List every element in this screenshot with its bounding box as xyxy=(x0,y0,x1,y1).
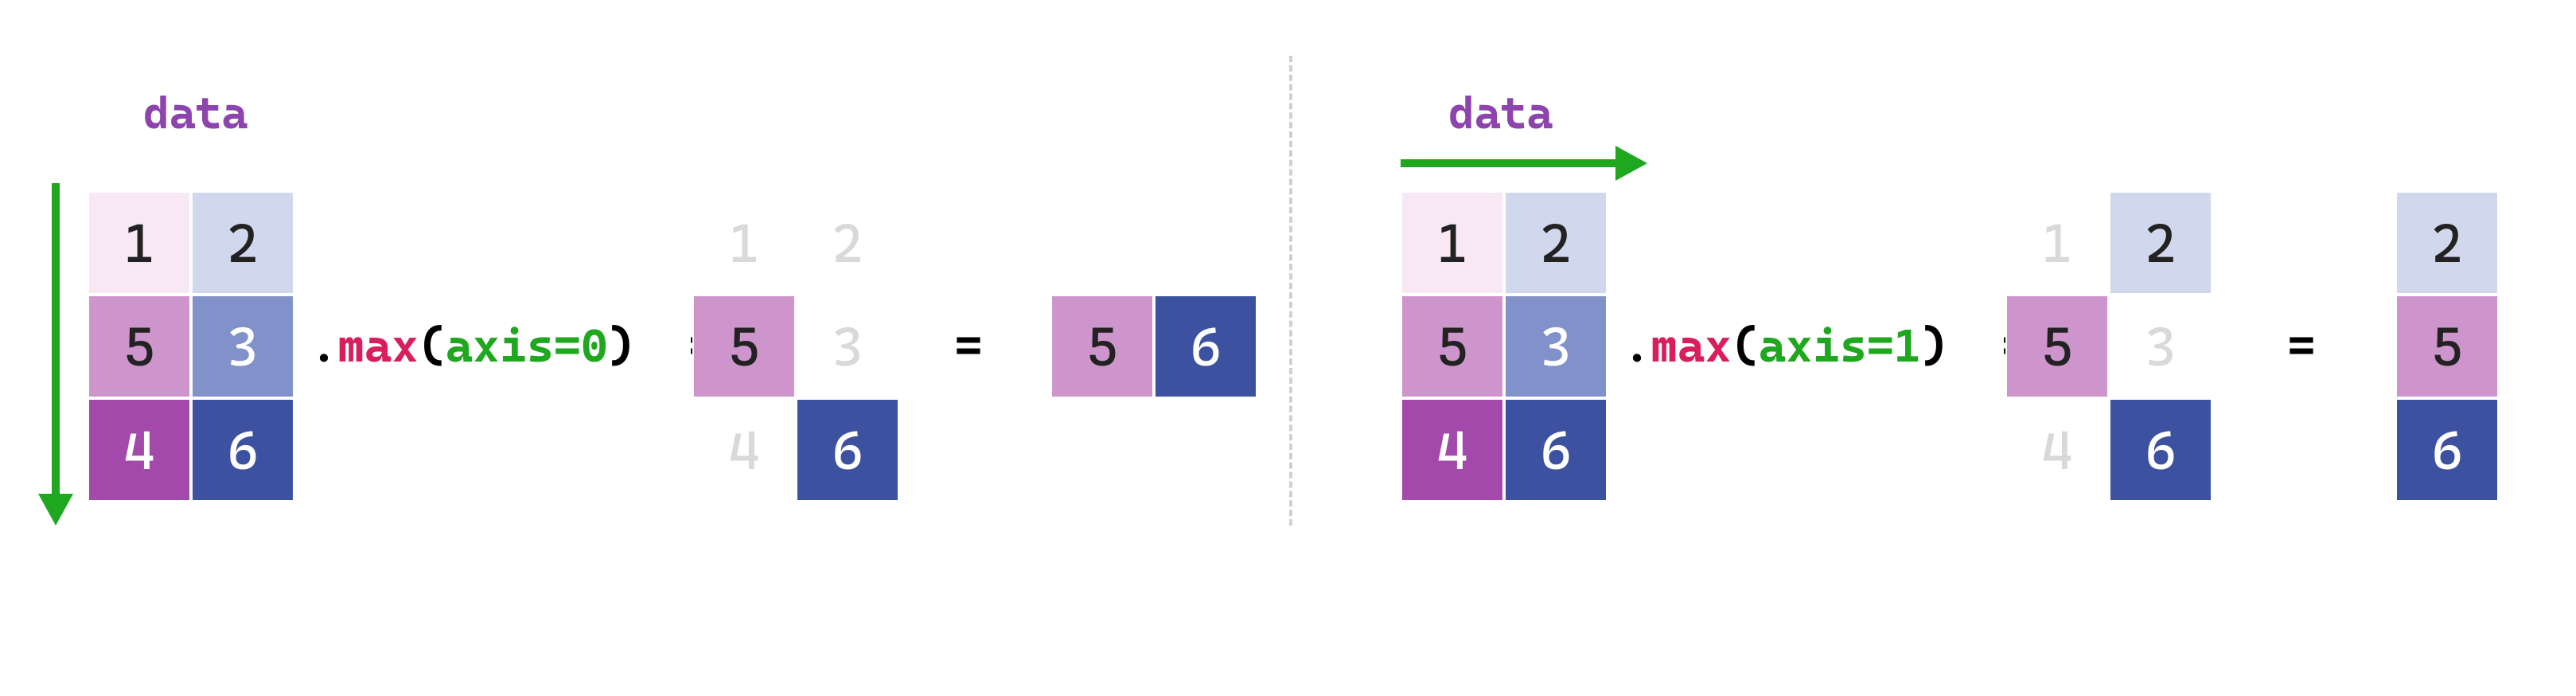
axis0-arrow-icon xyxy=(32,183,80,526)
matrix-cell: 1 xyxy=(88,191,191,295)
axis-text: axis=0 xyxy=(446,319,608,373)
matrix-cell: 1 xyxy=(1401,191,1504,295)
matrix-cell: 6 xyxy=(796,398,899,502)
matrix-cell: 2 xyxy=(796,191,899,295)
method-name: max xyxy=(337,319,419,373)
axis1-highlight-matrix: 1 2 5 3 4 6 xyxy=(2005,191,2212,502)
matrix-cell: 4 xyxy=(2005,398,2109,502)
matrix-cell: 1 xyxy=(692,191,796,295)
matrix-cell: 3 xyxy=(2109,295,2212,398)
matrix-cell: 5 xyxy=(692,295,796,398)
matrix-cell: 1 xyxy=(2005,191,2109,295)
matrix-cell: 4 xyxy=(1401,398,1504,502)
paren-close: ) xyxy=(1921,319,1948,373)
data-label-right: data xyxy=(1448,88,1553,139)
matrix-cell: 4 xyxy=(88,398,191,502)
result-cell: 6 xyxy=(2395,398,2499,502)
matrix-cell: 4 xyxy=(692,398,796,502)
matrix-cell: 6 xyxy=(191,398,294,502)
axis0-result: 5 6 xyxy=(1050,295,1257,398)
axis1-expression: .max(axis=1) = xyxy=(1623,319,2029,373)
axis1-panel: data 1 2 5 3 4 6 .max(axis=1) = 1 2 5 3 … xyxy=(1305,0,2576,696)
axis1-result: 2 5 6 xyxy=(2395,191,2499,502)
matrix-cell: 2 xyxy=(191,191,294,295)
method-name: max xyxy=(1650,319,1732,373)
axis0-highlight-matrix: 1 2 5 3 4 6 xyxy=(692,191,899,502)
result-cell: 6 xyxy=(1154,295,1257,398)
dot: . xyxy=(1623,319,1650,373)
axis0-expression: .max(axis=0) = xyxy=(310,319,716,373)
equals2-left: = xyxy=(955,319,982,373)
matrix-cell: 2 xyxy=(1504,191,1608,295)
axis-text: axis=1 xyxy=(1759,319,1921,373)
matrix-cell: 5 xyxy=(1401,295,1504,398)
matrix-cell: 6 xyxy=(1504,398,1608,502)
axis1-input-matrix: 1 2 5 3 4 6 xyxy=(1401,191,1608,502)
matrix-cell: 3 xyxy=(1504,295,1608,398)
matrix-cell: 3 xyxy=(796,295,899,398)
result-cell: 5 xyxy=(2395,295,2499,398)
matrix-cell: 2 xyxy=(2109,191,2212,295)
matrix-cell: 3 xyxy=(191,295,294,398)
axis1-arrow-icon xyxy=(1401,139,1647,187)
axis0-input-matrix: 1 2 5 3 4 6 xyxy=(88,191,294,502)
axis0-panel: data 1 2 5 3 4 6 .max(axis=0) = 1 2 5 3 … xyxy=(0,0,1305,696)
result-cell: 2 xyxy=(2395,191,2499,295)
dot: . xyxy=(310,319,337,373)
paren-open: ( xyxy=(419,319,446,373)
paren-open: ( xyxy=(1732,319,1759,373)
matrix-cell: 5 xyxy=(2005,295,2109,398)
data-label-left: data xyxy=(143,88,247,139)
paren-close: ) xyxy=(608,319,635,373)
matrix-cell: 5 xyxy=(88,295,191,398)
result-cell: 5 xyxy=(1050,295,1154,398)
equals2-right: = xyxy=(2288,319,2315,373)
matrix-cell: 6 xyxy=(2109,398,2212,502)
